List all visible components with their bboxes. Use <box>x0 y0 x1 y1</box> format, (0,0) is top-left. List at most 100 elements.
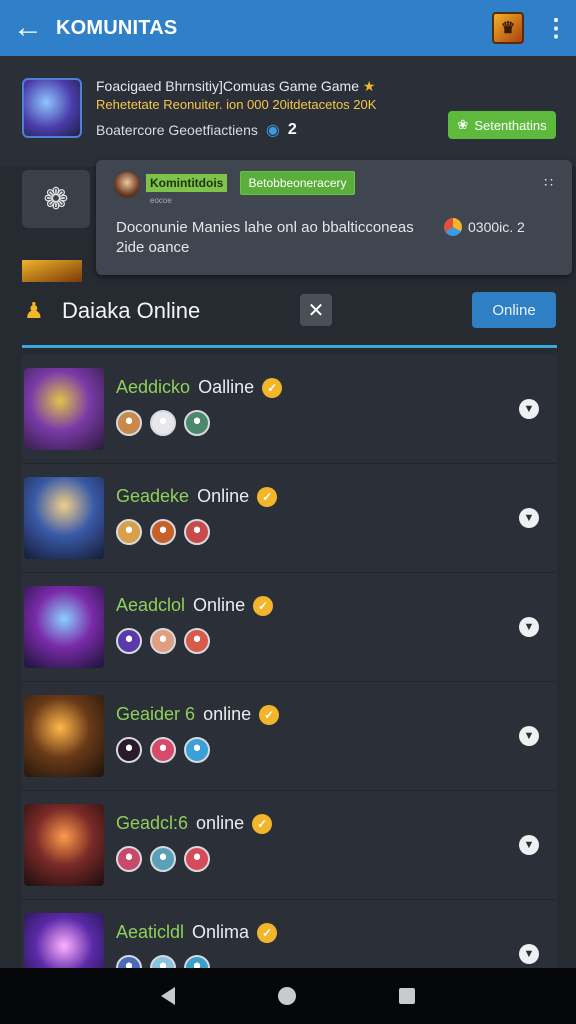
list-item[interactable]: Geadcl:6 online ✓ ▼ <box>22 791 557 900</box>
verified-icon: ✓ <box>259 704 280 725</box>
post-type-icon[interactable]: ❁ <box>22 170 90 228</box>
notification-subtext: eocoe <box>150 196 172 205</box>
group-title: Foacigaed Bhrnsitiy]Comuas Game Game ★ <box>96 78 376 94</box>
notification-username: Komintitdois <box>146 174 228 192</box>
avatar[interactable] <box>184 737 210 763</box>
list-item[interactable]: Aeddicko Oalline ✓ ▼ <box>22 355 557 464</box>
member-name-label: Geadcl:6 <box>116 813 189 833</box>
member-status-label: Online <box>193 595 246 615</box>
avatar[interactable] <box>116 628 142 654</box>
avatar[interactable] <box>150 519 176 545</box>
group-subtitle: Rehetetate Reonuiter. ion 000 20itdetace… <box>96 97 377 112</box>
avatar[interactable] <box>116 737 142 763</box>
member-thumbnail <box>24 804 104 886</box>
avatar[interactable] <box>184 846 210 872</box>
notification-stat: 0300ic. 2 <box>444 218 525 236</box>
group-meta: Boatercore Geoetfiactiens ◉ 2 <box>96 120 297 140</box>
member-avatars <box>116 846 210 872</box>
chevron-down-icon[interactable]: ▼ <box>519 617 539 637</box>
member-status-label: Oalline <box>198 377 255 397</box>
member-name: Aeadclol Online ✓ <box>116 595 274 616</box>
game-badge-icon[interactable]: ♛ <box>492 12 524 44</box>
chevron-down-icon[interactable]: ▼ <box>519 399 539 419</box>
notification-tag[interactable]: Betobbeoneracery <box>240 171 355 195</box>
avatar[interactable] <box>116 519 142 545</box>
verified-icon: ✓ <box>262 377 283 398</box>
nav-back-icon[interactable] <box>161 987 176 1005</box>
member-name-label: Aeadclol <box>116 595 186 615</box>
avatar[interactable] <box>184 628 210 654</box>
list-item[interactable]: Geaider 6 online ✓ ▼ <box>22 682 557 791</box>
member-avatars <box>116 410 210 436</box>
nav-home-icon[interactable] <box>277 987 296 1005</box>
member-status-label: Onlima <box>192 922 250 942</box>
section-divider <box>22 345 557 348</box>
app-bar: ← KOMUNITAS ♛ ⋮ <box>0 0 576 56</box>
avatar[interactable] <box>184 519 210 545</box>
member-status-label: Online <box>197 486 250 506</box>
member-name: Geadeke Online ✓ <box>116 486 278 507</box>
member-name: Aeddicko Oalline ✓ <box>116 377 283 398</box>
list-item[interactable]: Geadeke Online ✓ ▼ <box>22 464 557 573</box>
close-icon[interactable]: ✕ <box>300 294 332 326</box>
member-status-label: online <box>196 813 245 833</box>
member-avatars <box>116 628 210 654</box>
group-count: 2 <box>287 121 297 138</box>
avatar[interactable] <box>150 410 176 436</box>
app-bar-actions: ♛ ⋮ <box>492 0 576 56</box>
member-status-label: online <box>203 704 252 724</box>
avatar[interactable] <box>150 628 176 654</box>
avatar[interactable] <box>150 737 176 763</box>
avatar[interactable] <box>150 846 176 872</box>
online-section-title: Daiaka Online <box>62 298 201 323</box>
notification-body: Doconunie Manies lahe onl ao bbalticcone… <box>116 219 414 256</box>
online-members-list: Aeddicko Oalline ✓ ▼ Geadeke Online ✓ ▼ Aeadclol… <box>22 355 557 1009</box>
member-name-label: Geadeke <box>116 486 190 506</box>
join-button-label: Setenthatins <box>474 117 547 133</box>
notification-stat-value: 0300ic. 2 <box>468 219 525 235</box>
avatar[interactable] <box>116 410 142 436</box>
chevron-down-icon[interactable]: ▼ <box>519 835 539 855</box>
member-thumbnail <box>24 586 104 668</box>
list-item[interactable]: Aeadclol Online ✓ ▼ <box>22 573 557 682</box>
users-icon: ♟ <box>24 298 44 323</box>
chevron-down-icon[interactable]: ▼ <box>519 944 539 964</box>
member-name: Geaider 6 online ✓ <box>116 704 280 725</box>
group-thumbnail <box>22 78 82 138</box>
member-thumbnail <box>24 368 104 450</box>
system-nav-bar <box>0 968 576 1024</box>
nav-recents-icon[interactable] <box>398 988 415 1004</box>
stat-pie-icon <box>444 218 462 236</box>
community-group-card[interactable]: Foacigaed Bhrnsitiy]Comuas Game Game ★ R… <box>0 56 576 166</box>
member-name-label: Aeddicko <box>116 377 191 397</box>
back-arrow-icon[interactable]: ← <box>0 0 56 56</box>
group-meta-label: Boatercore Geoetfiactiens <box>96 122 258 138</box>
join-button[interactable]: ❀ Setenthatins <box>448 111 556 139</box>
post-thumbnail[interactable] <box>22 260 82 282</box>
verified-icon: ✓ <box>252 813 273 834</box>
verified-icon: ✓ <box>257 486 278 507</box>
member-name-label: Aeaticldl <box>116 922 185 942</box>
member-name: Geadcl:6 online ✓ <box>116 813 273 834</box>
member-thumbnail <box>24 695 104 777</box>
verified-icon: ✓ <box>257 922 278 943</box>
more-horizontal-icon[interactable]: ∷ <box>544 174 554 191</box>
star-icon: ★ <box>362 78 376 94</box>
page-title: KOMUNITAS <box>56 16 178 39</box>
member-avatars <box>116 737 210 763</box>
member-avatars <box>116 519 210 545</box>
chevron-down-icon[interactable]: ▼ <box>519 726 539 746</box>
verified-icon: ✓ <box>253 595 274 616</box>
location-pin-icon: ◉ <box>265 122 280 139</box>
online-section-header: ♟ Daiaka Online ✕ Online <box>0 286 576 348</box>
avatar <box>114 172 140 198</box>
member-name-label: Geaider 6 <box>116 704 196 724</box>
more-vertical-icon[interactable]: ⋮ <box>536 0 576 56</box>
chevron-down-icon[interactable]: ▼ <box>519 508 539 528</box>
member-name: Aeaticldl Onlima ✓ <box>116 922 278 943</box>
member-thumbnail <box>24 477 104 559</box>
avatar[interactable] <box>184 410 210 436</box>
notification-popup[interactable]: Komintitdois Betobbeoneracery eocoe ∷ Do… <box>96 160 572 275</box>
avatar[interactable] <box>116 846 142 872</box>
online-filter-button[interactable]: Online <box>472 292 556 328</box>
